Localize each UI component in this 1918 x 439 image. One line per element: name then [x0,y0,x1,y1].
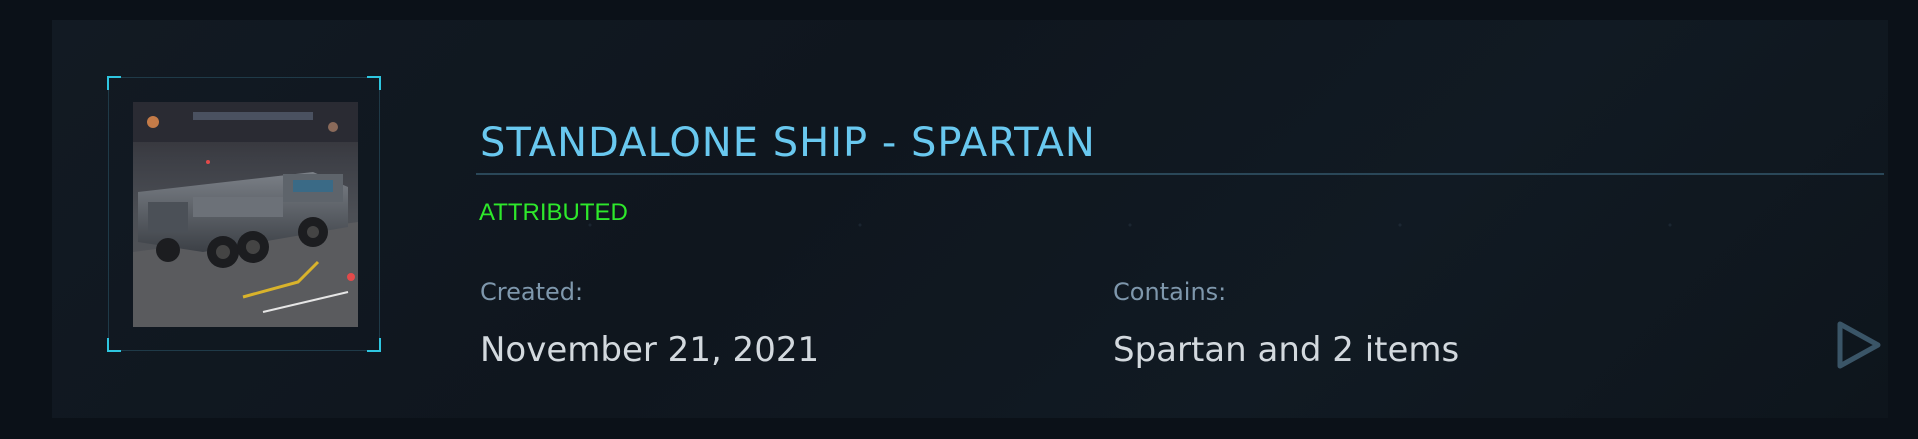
status-badge: ATTRIBUTED [479,199,628,226]
created-label: Created: [480,278,584,306]
contains-label: Contains: [1113,278,1227,306]
frame-corner [107,338,121,352]
frame-corner [367,76,381,90]
ship-image-illustration [133,102,358,327]
ship-thumbnail-image [133,102,358,327]
expand-button[interactable] [1836,320,1882,370]
contains-value: Spartan and 2 items [1113,330,1460,370]
created-value: November 21, 2021 [480,330,820,370]
pledge-title: STANDALONE SHIP - SPARTAN [480,120,1096,166]
thumbnail-frame [107,76,381,352]
title-divider [476,173,1884,175]
page: STANDALONE SHIP - SPARTAN ATTRIBUTED Cre… [0,0,1918,439]
frame-corner [367,338,381,352]
frame-corner [107,76,121,90]
play-triangle-icon [1837,321,1881,369]
pledge-card[interactable]: STANDALONE SHIP - SPARTAN ATTRIBUTED Cre… [52,20,1888,418]
